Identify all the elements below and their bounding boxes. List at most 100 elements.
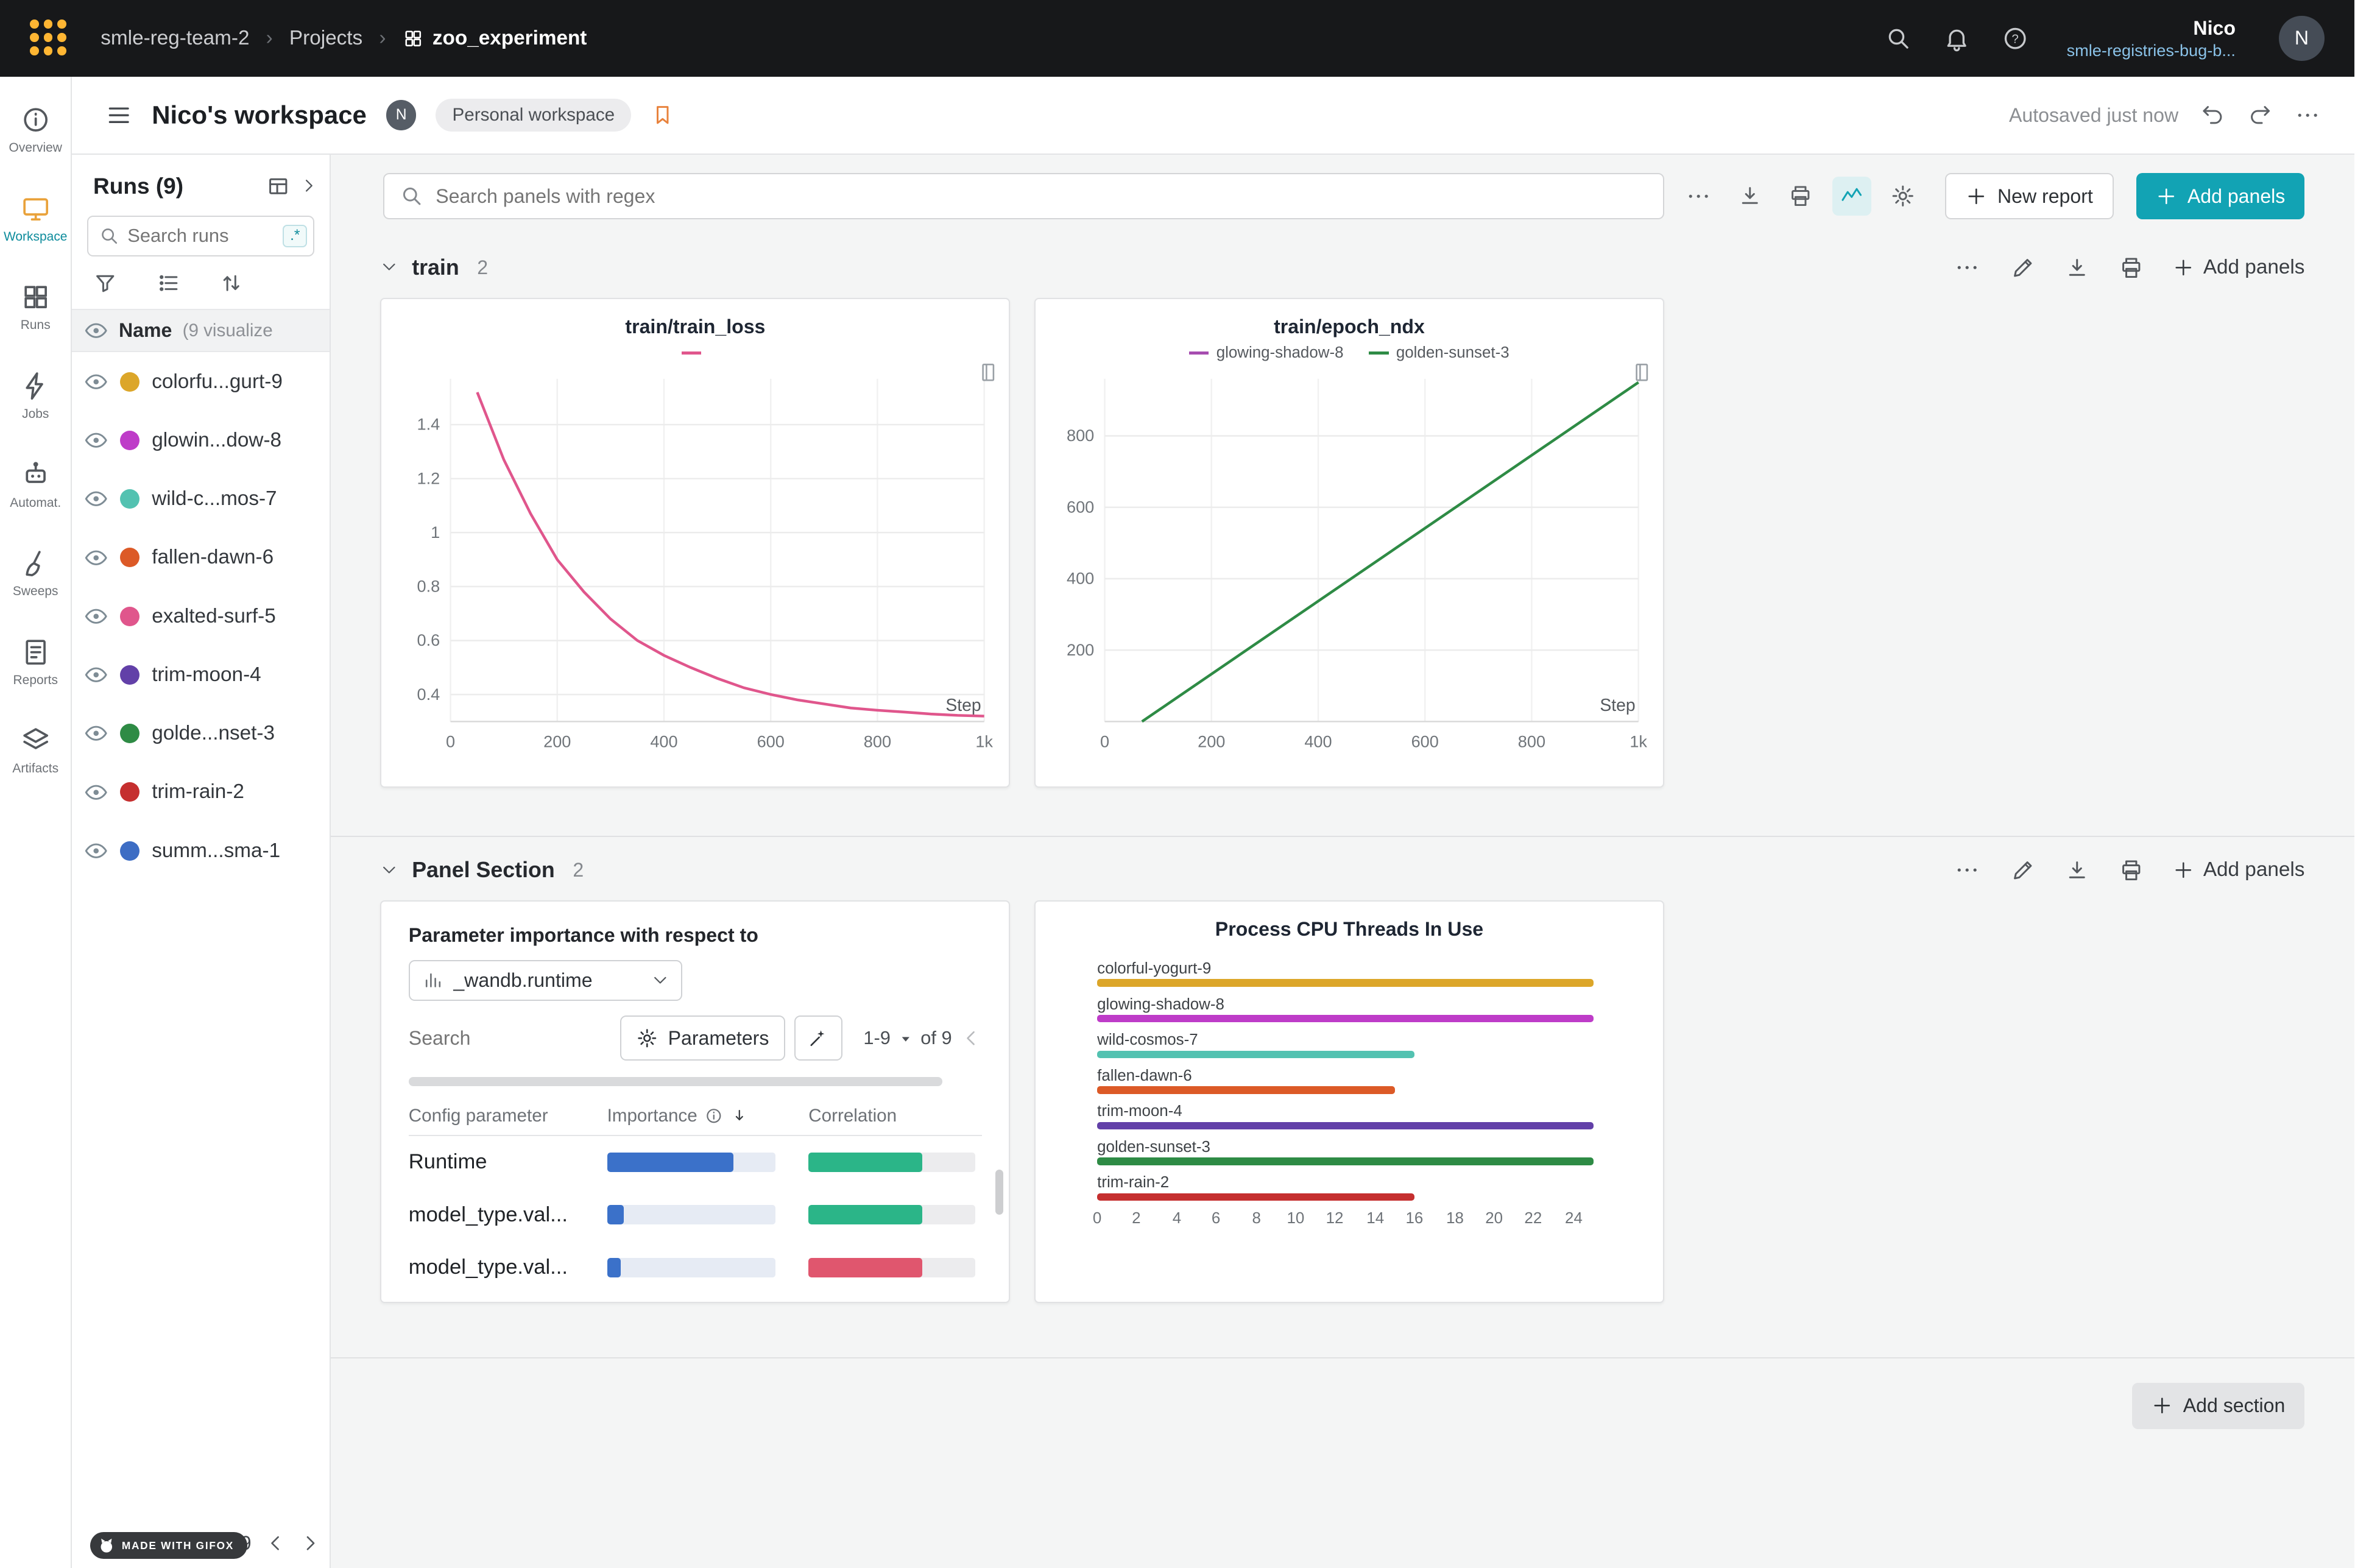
next-page-icon[interactable] bbox=[300, 1533, 321, 1554]
column-importance[interactable]: Importance bbox=[607, 1106, 697, 1126]
run-row[interactable]: glowin...dow-8 bbox=[72, 411, 329, 470]
hamburger-menu-icon[interactable] bbox=[105, 102, 132, 129]
new-report-button[interactable]: New report bbox=[1945, 173, 2114, 220]
legend-item[interactable] bbox=[682, 351, 708, 355]
export-icon[interactable] bbox=[1738, 184, 1762, 208]
run-row[interactable]: colorfu...gurt-9 bbox=[72, 352, 329, 411]
workspace-type-pill[interactable]: Personal workspace bbox=[436, 99, 631, 132]
more-options-icon[interactable] bbox=[1954, 254, 1980, 281]
runs-search-input[interactable] bbox=[127, 225, 275, 247]
horizontal-scrollbar[interactable] bbox=[409, 1077, 942, 1086]
epoch-ndx-chart[interactable]: 20040060080002004006008001kStep bbox=[1036, 367, 1664, 766]
chevron-down-icon[interactable] bbox=[380, 258, 398, 277]
cpu-bar-row[interactable]: fallen-dawn-6 bbox=[1097, 1067, 1633, 1094]
column-correlation[interactable]: Correlation bbox=[808, 1106, 982, 1126]
runs-list-header[interactable]: Name (9 visualize bbox=[72, 309, 329, 353]
panel-epoch-ndx[interactable]: train/epoch_ndx glowing-shadow-8golden-s… bbox=[1034, 298, 1664, 788]
param-row[interactable]: model_type.val... bbox=[409, 1241, 982, 1293]
rail-item-artifacts[interactable]: Artifacts bbox=[0, 707, 71, 796]
breadcrumb-item[interactable]: smle-reg-team-2 bbox=[101, 27, 249, 50]
runs-table-icon[interactable] bbox=[266, 174, 290, 198]
run-row[interactable]: exalted-surf-5 bbox=[72, 587, 329, 645]
info-icon[interactable] bbox=[705, 1107, 723, 1125]
run-row[interactable]: golde...nset-3 bbox=[72, 704, 329, 763]
parameters-button[interactable]: Parameters bbox=[620, 1015, 785, 1061]
eye-icon[interactable] bbox=[84, 428, 108, 452]
eye-icon[interactable] bbox=[84, 487, 108, 510]
vertical-scrollbar[interactable] bbox=[995, 1170, 1003, 1215]
rail-item-reports[interactable]: Reports bbox=[0, 618, 71, 707]
sparklines-toggle-icon[interactable] bbox=[1840, 184, 1863, 208]
export-icon[interactable] bbox=[2065, 858, 2089, 882]
undo-icon[interactable] bbox=[2201, 103, 2225, 127]
user-team-link[interactable]: smle-registries-bug-b... bbox=[2067, 40, 2236, 61]
cpu-bar-row[interactable]: colorful-yogurt-9 bbox=[1097, 960, 1633, 987]
edit-section-icon[interactable] bbox=[2011, 858, 2035, 882]
group-list-icon[interactable] bbox=[157, 271, 180, 295]
eye-icon[interactable] bbox=[84, 319, 108, 342]
print-icon[interactable] bbox=[2119, 256, 2143, 280]
notifications-bell-icon[interactable] bbox=[1943, 25, 1970, 52]
section-add-panels-button[interactable]: Add panels bbox=[2173, 858, 2304, 881]
regex-toggle[interactable]: .* bbox=[283, 225, 307, 247]
cpu-bar-row[interactable]: wild-cosmos-7 bbox=[1097, 1031, 1633, 1058]
breadcrumb-item[interactable]: Projects bbox=[289, 27, 362, 50]
cpu-bar-row[interactable]: trim-moon-4 bbox=[1097, 1103, 1633, 1129]
bookmark-icon[interactable] bbox=[651, 103, 674, 127]
panel-flag-icon[interactable] bbox=[978, 362, 999, 383]
panel-search-input[interactable] bbox=[436, 185, 1648, 208]
sort-icon[interactable] bbox=[219, 271, 243, 295]
eye-icon[interactable] bbox=[84, 780, 108, 804]
rail-item-jobs[interactable]: Jobs bbox=[0, 351, 71, 440]
cpu-threads-chart[interactable]: colorful-yogurt-9 glowing-shadow-8 wild-co… bbox=[1036, 941, 1663, 1234]
panel-train-loss[interactable]: train/train_loss 0.40.60.811.21.40200400… bbox=[380, 298, 1010, 788]
eye-icon[interactable] bbox=[84, 370, 108, 394]
cpu-bar-row[interactable]: glowing-shadow-8 bbox=[1097, 996, 1633, 1023]
user-block[interactable]: Nico smle-registries-bug-b... bbox=[2067, 16, 2236, 61]
cpu-bar-row[interactable]: golden-sunset-3 bbox=[1097, 1139, 1633, 1165]
panel-flag-icon[interactable] bbox=[1631, 362, 1653, 383]
eye-icon[interactable] bbox=[84, 604, 108, 628]
run-row[interactable]: trim-rain-2 bbox=[72, 763, 329, 821]
breadcrumb-item[interactable]: zoo_experiment bbox=[403, 27, 587, 50]
add-panels-button[interactable]: Add panels bbox=[2136, 173, 2305, 220]
print-icon[interactable] bbox=[1788, 184, 1812, 208]
eye-icon[interactable] bbox=[84, 546, 108, 570]
wandb-logo-icon[interactable] bbox=[30, 19, 68, 57]
param-pager[interactable]: 1-9 of 9 bbox=[863, 1027, 952, 1049]
rail-item-sweeps[interactable]: Sweeps bbox=[0, 529, 71, 618]
eye-icon[interactable] bbox=[84, 839, 108, 863]
param-row[interactable]: Runtime bbox=[409, 1136, 982, 1188]
previous-page-icon[interactable] bbox=[265, 1533, 286, 1554]
user-avatar[interactable]: N bbox=[2279, 16, 2324, 61]
export-icon[interactable] bbox=[2065, 256, 2089, 280]
more-options-icon[interactable] bbox=[2294, 102, 2321, 129]
legend-item[interactable]: glowing-shadow-8 bbox=[1189, 344, 1343, 362]
help-icon[interactable]: ? bbox=[2002, 25, 2028, 52]
param-search-input[interactable] bbox=[409, 1027, 612, 1050]
run-row[interactable]: trim-moon-4 bbox=[72, 646, 329, 704]
more-options-icon[interactable] bbox=[1685, 183, 1712, 210]
filter-icon[interactable] bbox=[93, 271, 117, 295]
magic-wand-button[interactable] bbox=[794, 1015, 842, 1061]
chevron-down-icon[interactable] bbox=[380, 861, 398, 880]
add-section-button[interactable]: Add section bbox=[2132, 1383, 2305, 1430]
rail-item-runs[interactable]: Runs bbox=[0, 263, 71, 352]
eye-icon[interactable] bbox=[84, 663, 108, 687]
cpu-bar-row[interactable]: trim-rain-2 bbox=[1097, 1174, 1633, 1201]
panel-parameter-importance[interactable]: Parameter importance with respect to _wa… bbox=[380, 900, 1010, 1303]
rail-item-overview[interactable]: Overview bbox=[0, 86, 71, 175]
run-row[interactable]: summ...sma-1 bbox=[72, 821, 329, 880]
rail-item-workspace[interactable]: Workspace bbox=[0, 174, 71, 263]
section-title[interactable]: train bbox=[412, 255, 459, 280]
rail-item-automat[interactable]: Automat. bbox=[0, 440, 71, 529]
train-loss-chart[interactable]: 0.40.60.811.21.402004006008001kStep bbox=[381, 367, 1010, 766]
eye-icon[interactable] bbox=[84, 721, 108, 745]
column-config-parameter[interactable]: Config parameter bbox=[409, 1106, 607, 1126]
expand-panel-icon[interactable] bbox=[300, 177, 318, 195]
metric-select[interactable]: _wandb.runtime bbox=[409, 960, 682, 1001]
section-add-panels-button[interactable]: Add panels bbox=[2173, 256, 2304, 279]
print-icon[interactable] bbox=[2119, 858, 2143, 882]
settings-gear-icon[interactable] bbox=[1891, 184, 1915, 208]
search-icon[interactable] bbox=[1885, 25, 1912, 52]
